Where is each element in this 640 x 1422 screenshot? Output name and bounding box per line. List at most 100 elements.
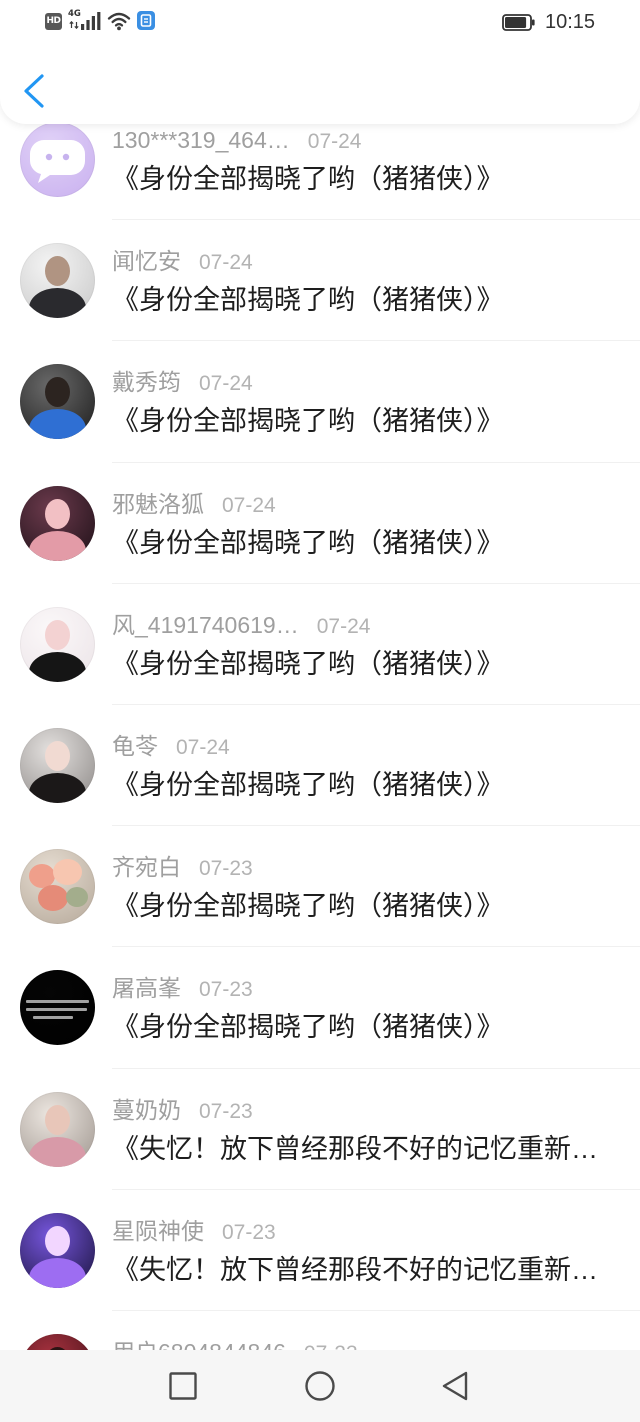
avatar[interactable] [20,485,95,561]
date: 07-24 [307,130,362,153]
avatar[interactable] [20,606,95,682]
battery-icon [502,14,535,31]
avatar-text-decoration [33,1016,73,1020]
username: 屠高峯 [112,975,181,1002]
back-button[interactable] [14,68,54,116]
avatar-figure-head [45,740,70,771]
avatar-flower [38,885,68,912]
avatar-flower [53,859,82,886]
username: 戴秀筠 [112,369,181,396]
avatar-figure-body [29,530,86,561]
item-meta: 星陨神使 07-23 [112,1217,276,1245]
list-item[interactable]: 风_4191740619… 07-24 《身份全部揭晓了哟（猪猪侠）》 [0,584,640,705]
item-meta: 龟苓 07-24 [112,732,230,760]
avatar-figure-body [29,1257,86,1288]
date: 07-23 [199,978,253,1002]
username: 星陨神使 [112,1217,204,1244]
date: 07-24 [199,251,253,275]
avatar-figure-body [29,409,86,440]
status-bar: HD 4G 10:15 [0,0,640,44]
item-meta: 齐宛白 07-23 [112,853,253,881]
item-title: 《身份全部揭晓了哟（猪猪侠）》 [112,891,504,922]
item-title: 《身份全部揭晓了哟（猪猪侠）》 [112,769,504,800]
date: 07-24 [316,614,371,638]
list-item[interactable]: 邪魅洛狐 07-24 《身份全部揭晓了哟（猪猪侠）》 [0,463,640,584]
date: 07-23 [199,1099,253,1123]
avatar-figure-body [29,288,86,319]
avatar-figure-head [45,256,70,287]
chevron-left-icon [24,74,44,108]
item-title: 《身份全部揭晓了哟（猪猪侠）》 [112,406,504,437]
chat-bubble-icon [30,140,85,183]
wifi-icon [107,12,131,31]
avatar[interactable] [20,122,95,197]
app-notification-icon [137,11,155,30]
avatar-figure-body [29,1136,86,1167]
clock: 10:15 [545,11,596,33]
date: 07-23 [199,857,253,881]
avatar[interactable] [20,727,95,803]
list-item[interactable]: 星陨神使 07-23 《失忆！放下曾经那段不好的记忆重新… [0,1190,640,1311]
item-title: 《失忆！放下曾经那段不好的记忆重新… [112,1133,598,1164]
square-recents-icon [169,1372,197,1400]
list-item[interactable]: 戴秀筠 07-24 《身份全部揭晓了哟（猪猪侠）》 [0,341,640,463]
item-meta: 戴秀筠 07-24 [112,368,253,396]
avatar-figure-head [45,1104,70,1135]
item-meta: 130***319_464… 07-24 [112,126,362,154]
date: 07-24 [222,493,276,517]
avatar-figure-head [45,498,70,529]
list-item[interactable]: 齐宛白 07-23 《身份全部揭晓了哟（猪猪侠）》 [0,826,640,948]
username: 闻忆安 [112,248,181,275]
list-item[interactable]: 蔓奶奶 07-23 《失忆！放下曾经那段不好的记忆重新… [0,1069,640,1190]
username: 龟苓 [112,732,158,759]
list-item[interactable]: 屠高峯 07-23 《身份全部揭晓了哟（猪猪侠）》 [0,947,640,1069]
avatar-figure-head [45,619,70,650]
avatar[interactable] [20,1091,95,1167]
data-activity-icon [69,21,79,29]
recents-button[interactable] [163,1366,203,1406]
avatar-figure-head [45,1225,70,1256]
item-title: 《身份全部揭晓了哟（猪猪侠）》 [112,648,504,679]
top-app-bar: HD 4G 10:15 [0,0,640,124]
item-meta: 闻忆安 07-24 [112,247,253,275]
date: 07-24 [176,735,230,759]
avatar[interactable] [20,1212,95,1288]
item-meta: 风_4191740619… 07-24 [112,611,370,639]
username: 蔓奶奶 [112,1096,181,1123]
item-title: 《身份全部揭晓了哟（猪猪侠）》 [112,527,504,558]
triangle-back-icon [442,1371,468,1401]
avatar[interactable] [20,970,95,1046]
hd-badge: HD [45,13,62,30]
item-list[interactable]: 130***319_464… 07-24 《身份全部揭晓了哟（猪猪侠）》 闻忆安… [0,99,640,1422]
item-meta: 邪魅洛狐 07-24 [112,490,276,518]
username: 邪魅洛狐 [112,490,204,517]
item-title: 《身份全部揭晓了哟（猪猪侠）》 [112,164,504,194]
signal-bars-icon [81,12,101,30]
date: 07-23 [222,1220,276,1244]
avatar-text-decoration [26,1000,89,1004]
battery-fill [505,17,527,28]
item-title: 《失忆！放下曾经那段不好的记忆重新… [112,1254,598,1285]
network-type-label: 4G [68,9,81,19]
circle-home-icon [305,1371,335,1401]
avatar-figure-head [45,377,70,408]
item-meta: 屠高峯 07-23 [112,974,253,1002]
avatar-text-decoration [26,1008,87,1012]
avatar[interactable] [20,364,95,440]
avatar[interactable] [20,243,95,319]
system-back-button[interactable] [435,1366,475,1406]
avatar[interactable] [20,849,95,925]
item-title: 《身份全部揭晓了哟（猪猪侠）》 [112,1012,504,1043]
list-item[interactable]: 闻忆安 07-24 《身份全部揭晓了哟（猪猪侠）》 [0,220,640,342]
avatar-figure-body [29,772,86,803]
item-meta: 蔓奶奶 07-23 [112,1096,253,1124]
list-item[interactable]: 龟苓 07-24 《身份全部揭晓了哟（猪猪侠）》 [0,705,640,827]
username: 齐宛白 [112,854,181,881]
system-navigation-bar [0,1350,640,1422]
username: 风_4191740619… [112,611,299,638]
date: 07-24 [199,372,253,396]
item-title: 《身份全部揭晓了哟（猪猪侠）》 [112,285,504,316]
avatar-leaf [66,887,88,908]
avatar-figure-body [29,651,86,682]
home-button[interactable] [300,1366,340,1406]
